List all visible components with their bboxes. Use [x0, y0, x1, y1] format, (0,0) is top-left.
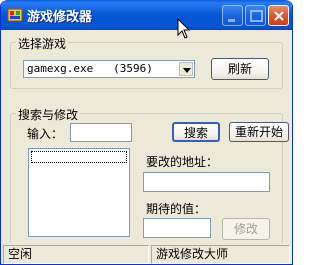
game-group-title: 选择游戏 — [16, 35, 69, 52]
status-bar: 空闲 游戏修改大师 — [1, 243, 292, 264]
maximize-button[interactable] — [245, 5, 266, 26]
app-window: 游戏修改器 选择游戏 gamexg.exe (3596) 刷新 搜索与修改 输入… — [0, 0, 293, 265]
minimize-button[interactable] — [222, 5, 243, 26]
close-button[interactable] — [268, 5, 289, 26]
status-app-name: 游戏修改大师 — [151, 245, 290, 264]
expected-value-input[interactable] — [143, 218, 211, 238]
process-select-value: gamexg.exe (3596) — [27, 62, 153, 75]
status-text: 空闲 — [3, 245, 149, 264]
input-label: 输入： — [27, 127, 64, 141]
window-title: 游戏修改器 — [27, 10, 93, 25]
search-group-title: 搜索与修改 — [16, 106, 81, 123]
process-select[interactable]: gamexg.exe (3596) — [23, 60, 195, 78]
chevron-down-icon — [183, 68, 191, 73]
dropdown-button[interactable] — [179, 62, 193, 76]
app-icon — [7, 8, 23, 22]
modify-button[interactable]: 修改 — [222, 218, 270, 240]
title-bar[interactable]: 游戏修改器 — [1, 0, 292, 30]
expected-value-label: 期待的值： — [146, 202, 207, 216]
maximize-icon — [250, 10, 263, 22]
address-label: 要改的地址： — [146, 155, 219, 169]
address-results-list[interactable] — [28, 148, 130, 237]
minimize-icon — [228, 19, 235, 22]
address-input[interactable] — [143, 172, 270, 192]
search-button[interactable]: 搜索 — [172, 122, 220, 142]
close-icon — [274, 11, 284, 21]
list-focus-row[interactable] — [31, 151, 127, 163]
refresh-button[interactable]: 刷新 — [211, 58, 269, 80]
restart-button[interactable]: 重新开始 — [229, 122, 289, 142]
search-value-input[interactable] — [70, 123, 132, 142]
mouse-cursor-icon — [177, 18, 191, 39]
